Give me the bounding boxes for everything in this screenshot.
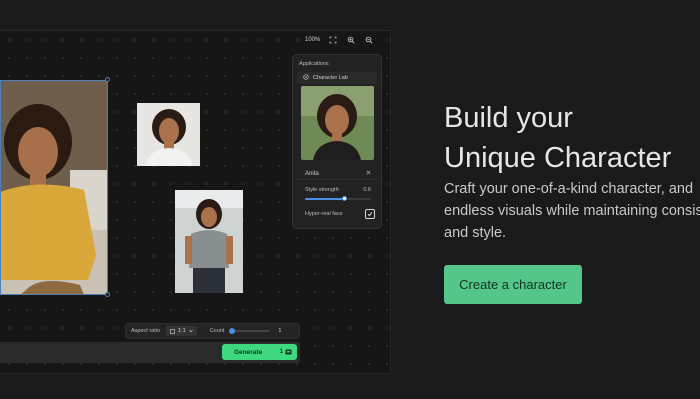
credit-icon (285, 349, 292, 355)
hero-desc-line: and style. (444, 225, 507, 241)
applications-panel: Applications Character Lab Anita Style s… (292, 54, 382, 229)
hero-description: Craft your one-of-a-kind character, and … (444, 178, 700, 244)
character-lab-icon (303, 74, 309, 82)
character-lab-item[interactable]: Character Lab (297, 72, 377, 84)
hyper-real-checkbox[interactable] (365, 209, 375, 219)
hero-title-line: Build your (444, 102, 573, 134)
canvas-image-main[interactable] (0, 80, 108, 295)
style-strength-value: 0.6 (363, 187, 371, 193)
character-name-row[interactable]: Anita (297, 168, 377, 180)
style-strength-row: Style strength 0.6 (305, 187, 371, 193)
count-value: 1 (278, 328, 282, 334)
count-slider[interactable] (229, 328, 271, 334)
close-icon[interactable] (366, 170, 371, 177)
fit-frame-icon[interactable] (328, 35, 338, 45)
generate-button[interactable]: Generate 1 (222, 344, 297, 360)
hero-title-line: Unique Character (444, 142, 672, 174)
hyper-real-label: Hyper-real face (305, 211, 343, 217)
style-strength-label: Style strength (305, 187, 339, 193)
resize-handle-bottom-right[interactable] (105, 292, 110, 297)
hero-desc-line: Craft your one-of-a-kind character, and (444, 181, 694, 197)
hero-title: Build your Unique Character (444, 98, 700, 178)
character-name: Anita (305, 170, 319, 177)
count-label: Count (209, 328, 225, 334)
create-character-label: Create a character (459, 277, 567, 292)
count-slider-knob[interactable] (229, 328, 236, 334)
zoom-toolbar: 100% (305, 35, 374, 45)
canvas-image-headshot[interactable] (137, 103, 200, 166)
panel-title: Applications (299, 61, 329, 67)
cost-value: 1 (279, 349, 283, 355)
character-preview-image (301, 86, 374, 160)
canvas-image-fullbody[interactable] (175, 190, 243, 293)
style-strength-fill (305, 198, 345, 200)
create-character-button[interactable]: Create a character (444, 265, 582, 304)
generation-options-bar: Aspect ratio 1:1 Count 1 (125, 323, 300, 339)
resize-handle-top-right[interactable] (105, 77, 110, 82)
aspect-ratio-select[interactable]: 1:1 (166, 326, 197, 336)
character-lab-label: Character Lab (313, 75, 348, 81)
zoom-out-icon[interactable] (364, 35, 374, 45)
zoom-level[interactable]: 100% (305, 37, 320, 43)
generate-cost: 1 (280, 349, 292, 355)
aspect-ratio-value: 1:1 (178, 328, 186, 334)
generate-label: Generate (234, 348, 263, 356)
aspect-ratio-label: Aspect ratio (131, 328, 161, 334)
style-strength-knob[interactable] (342, 196, 348, 201)
style-strength-slider[interactable] (305, 196, 371, 201)
zoom-in-icon[interactable] (346, 35, 356, 45)
chevron-down-icon (188, 329, 193, 333)
hyper-real-row: Hyper-real face (305, 209, 375, 219)
hero-desc-line: endless visuals while maintaining consis… (444, 203, 700, 219)
